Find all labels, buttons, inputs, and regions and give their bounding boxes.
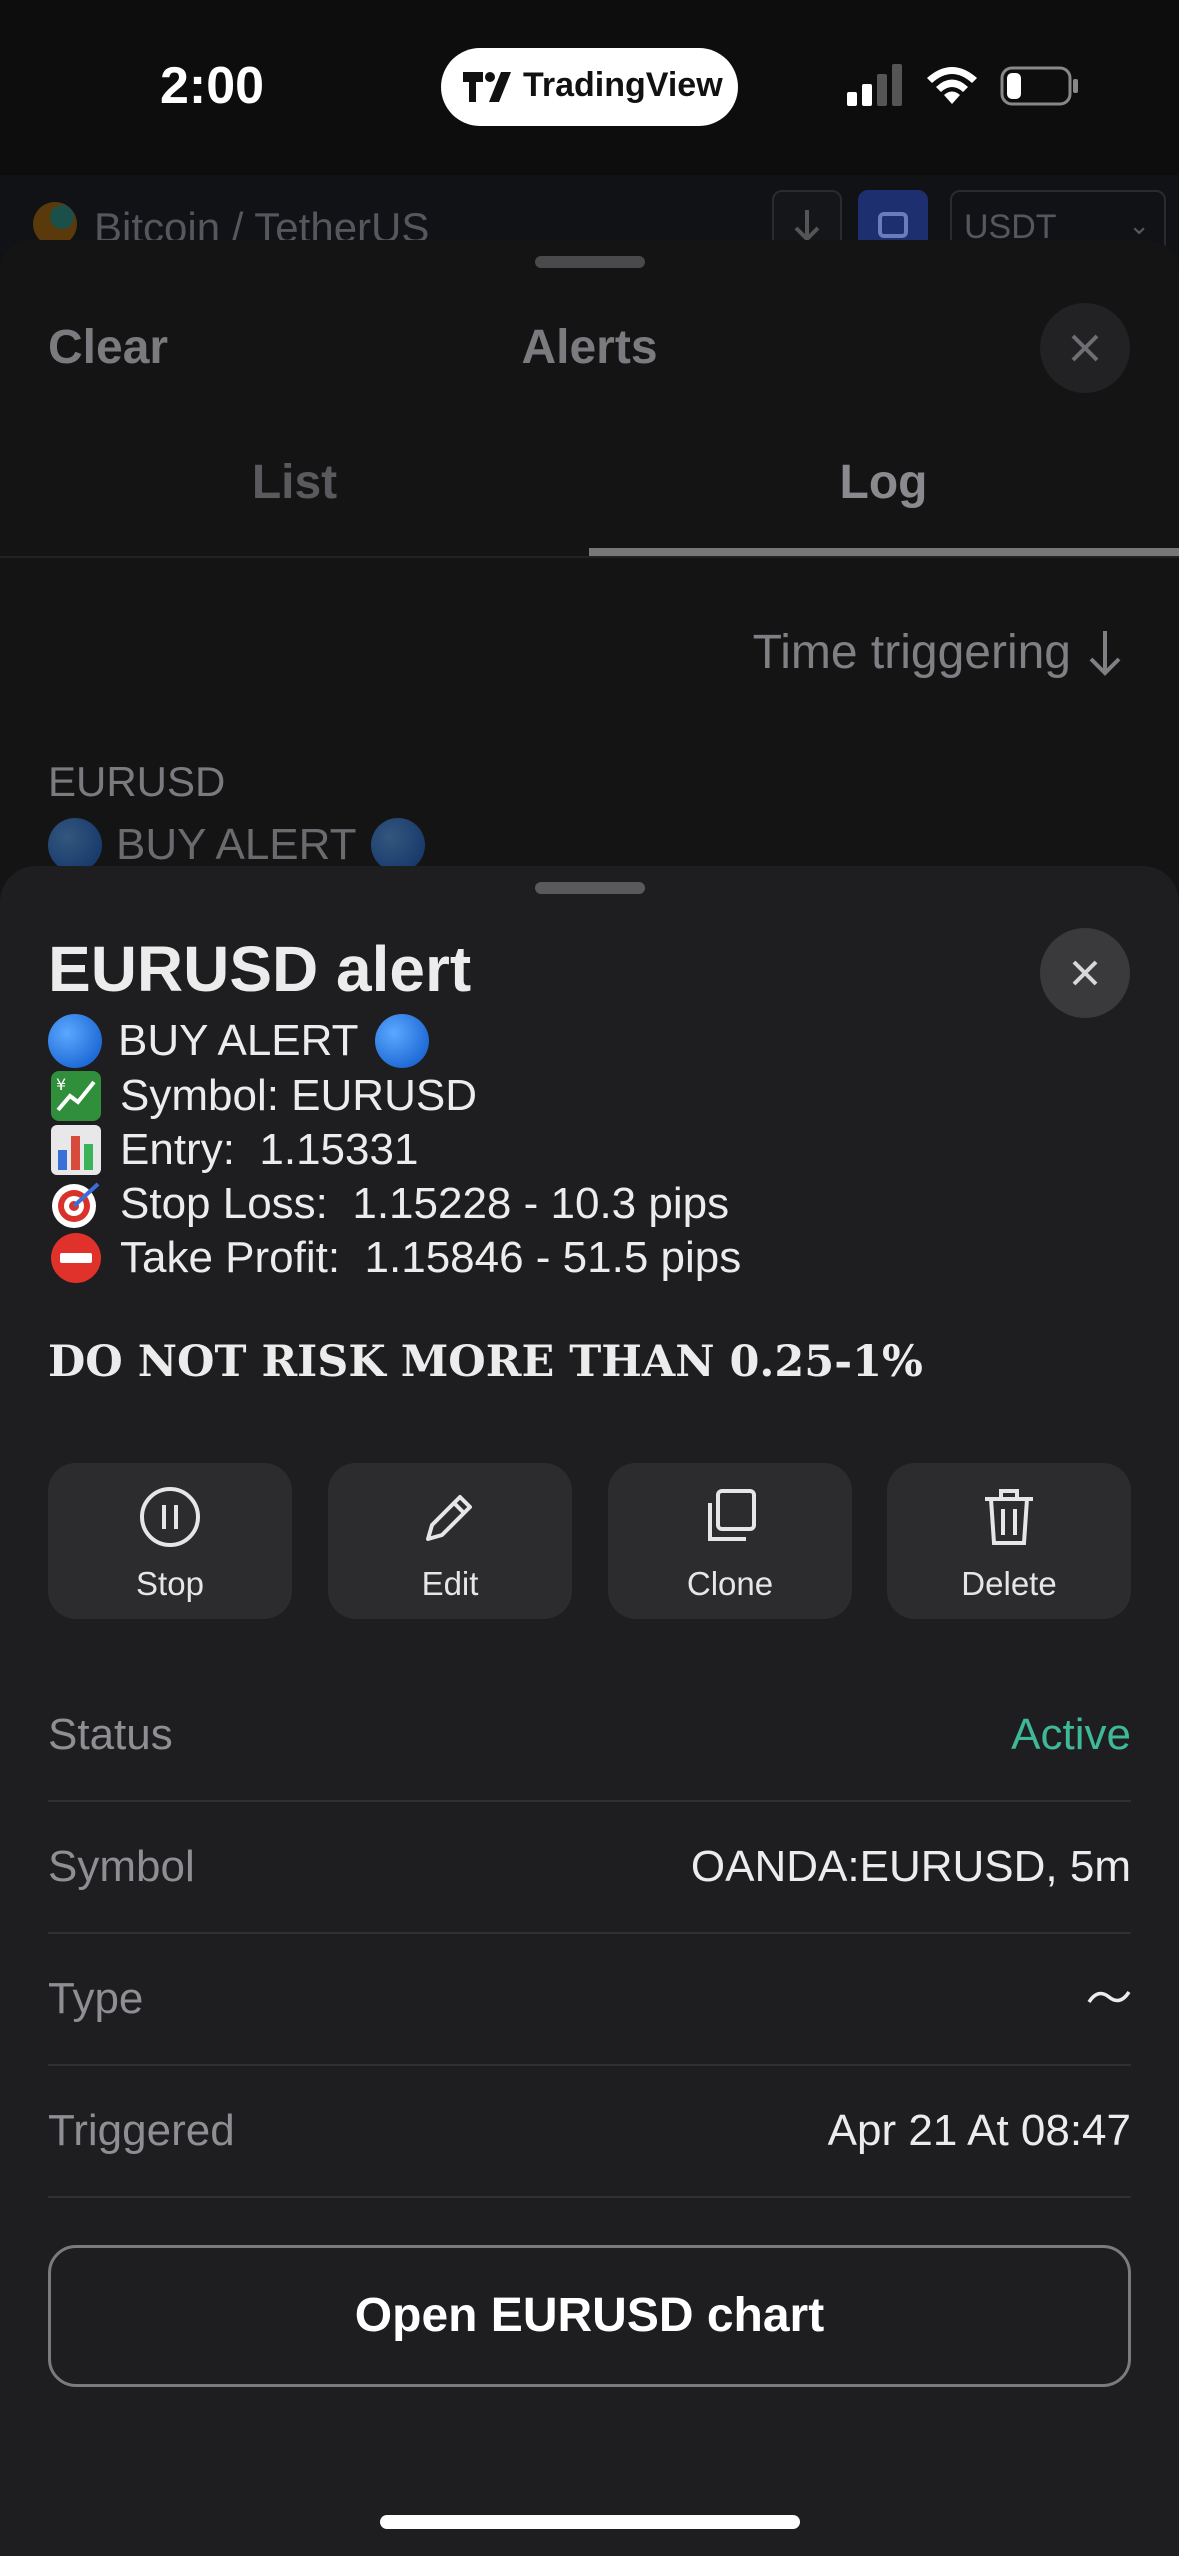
alerts-close-button[interactable] — [1040, 303, 1130, 393]
clone-button[interactable]: Clone — [608, 1463, 852, 1619]
type-label: Type — [48, 1974, 144, 2023]
message-line-stop-loss: Stop Loss: 1.15228 - 10.3 pips — [48, 1176, 729, 1232]
close-icon — [1072, 960, 1098, 986]
copy-icon — [708, 1489, 756, 1541]
arrow-down-icon — [1089, 630, 1121, 676]
detail-sheet-handle[interactable] — [535, 882, 645, 894]
svg-text:¥: ¥ — [56, 1075, 66, 1094]
risk-warning: DO NOT RISK MORE THAN 0.25-1% — [48, 1337, 923, 1387]
chevron-down-icon: ⌄ — [1128, 210, 1150, 240]
stop-button[interactable]: Stop — [48, 1463, 292, 1619]
alert-title: EURUSD alert — [48, 933, 472, 1005]
blue-circle-icon — [374, 1014, 429, 1068]
wifi-icon — [927, 67, 977, 104]
message-line-entry: Entry: 1.15331 — [48, 1122, 418, 1178]
message-line-buy-alert: BUY ALERT — [48, 1014, 429, 1068]
tradingview-pill[interactable]: TradingView — [441, 48, 738, 126]
sort-label: Time triggering — [752, 626, 1071, 679]
battery-icon — [1000, 66, 1078, 106]
alerts-title: Alerts — [521, 321, 658, 374]
active-tab-indicator — [589, 548, 1179, 556]
type-row: Type — [48, 1932, 1131, 2066]
blue-circle-icon — [48, 1014, 102, 1068]
status-value: Active — [1011, 1710, 1131, 1759]
triggered-row: Triggered Apr 21 At 08:47 — [48, 2064, 1131, 2198]
tradingview-label: TradingView — [523, 66, 723, 104]
no-entry-icon — [51, 1233, 101, 1283]
tab-log[interactable]: Log — [589, 455, 1178, 510]
blue-circle-icon — [370, 818, 425, 872]
delete-label: Delete — [961, 1565, 1057, 1602]
alerts-sheet-handle[interactable] — [535, 256, 645, 268]
close-icon — [1071, 334, 1099, 362]
message-text: Symbol: EURUSD — [120, 1071, 477, 1120]
symbol-label: Symbol — [48, 1842, 195, 1891]
sort-button[interactable]: Time triggering — [753, 625, 1125, 680]
delete-button[interactable]: Delete — [887, 1463, 1131, 1619]
log-entry-text: BUY ALERT — [116, 820, 357, 869]
trash-icon — [985, 1489, 1033, 1545]
crossing-tilde-icon — [1087, 1990, 1131, 2004]
stop-label: Stop — [136, 1565, 204, 1602]
symbol-value: OANDA:EURUSD, 5m — [690, 1842, 1131, 1891]
target-dart-icon — [52, 1182, 100, 1228]
tabs-divider — [0, 556, 1179, 558]
edit-label: Edit — [421, 1565, 479, 1602]
pause-icon — [140, 1487, 200, 1547]
triggered-value: Apr 21 At 08:47 — [827, 2106, 1131, 2155]
status-label: Status — [48, 1710, 173, 1759]
status-bar: 2:00 TradingView — [0, 0, 1179, 175]
status-row: Status Active — [48, 1668, 1131, 1802]
blue-circle-icon — [48, 818, 102, 872]
detail-close-button[interactable] — [1040, 928, 1130, 1018]
open-chart-button[interactable]: Open EURUSD chart — [48, 2245, 1131, 2387]
message-text: Stop Loss: 1.15228 - 10.3 pips — [120, 1179, 730, 1228]
home-indicator[interactable] — [380, 2515, 800, 2529]
message-line-take-profit: Take Profit: 1.15846 - 51.5 pips — [48, 1230, 741, 1286]
edit-button[interactable]: Edit — [328, 1463, 572, 1619]
message-text: BUY ALERT — [118, 1016, 359, 1065]
clone-label: Clone — [686, 1565, 774, 1602]
message-text: Entry: 1.15331 — [120, 1125, 419, 1174]
message-line-symbol: ¥ Symbol: EURUSD — [48, 1068, 477, 1124]
triggered-label: Triggered — [48, 2106, 235, 2155]
cellular-signal-icon — [847, 64, 902, 106]
bar-chart-icon — [51, 1125, 101, 1175]
chart-yen-icon: ¥ — [51, 1071, 101, 1121]
message-text: Take Profit: 1.15846 - 51.5 pips — [120, 1233, 742, 1282]
tab-list[interactable]: List — [0, 455, 589, 510]
pencil-icon — [426, 1495, 472, 1541]
status-time: 2:00 — [160, 57, 265, 115]
log-entry-symbol[interactable]: EURUSD — [48, 758, 225, 806]
log-entry-message[interactable]: BUY ALERT — [48, 818, 425, 872]
tradingview-logo-icon — [463, 72, 511, 102]
symbol-row: Symbol OANDA:EURUSD, 5m — [48, 1800, 1131, 1934]
